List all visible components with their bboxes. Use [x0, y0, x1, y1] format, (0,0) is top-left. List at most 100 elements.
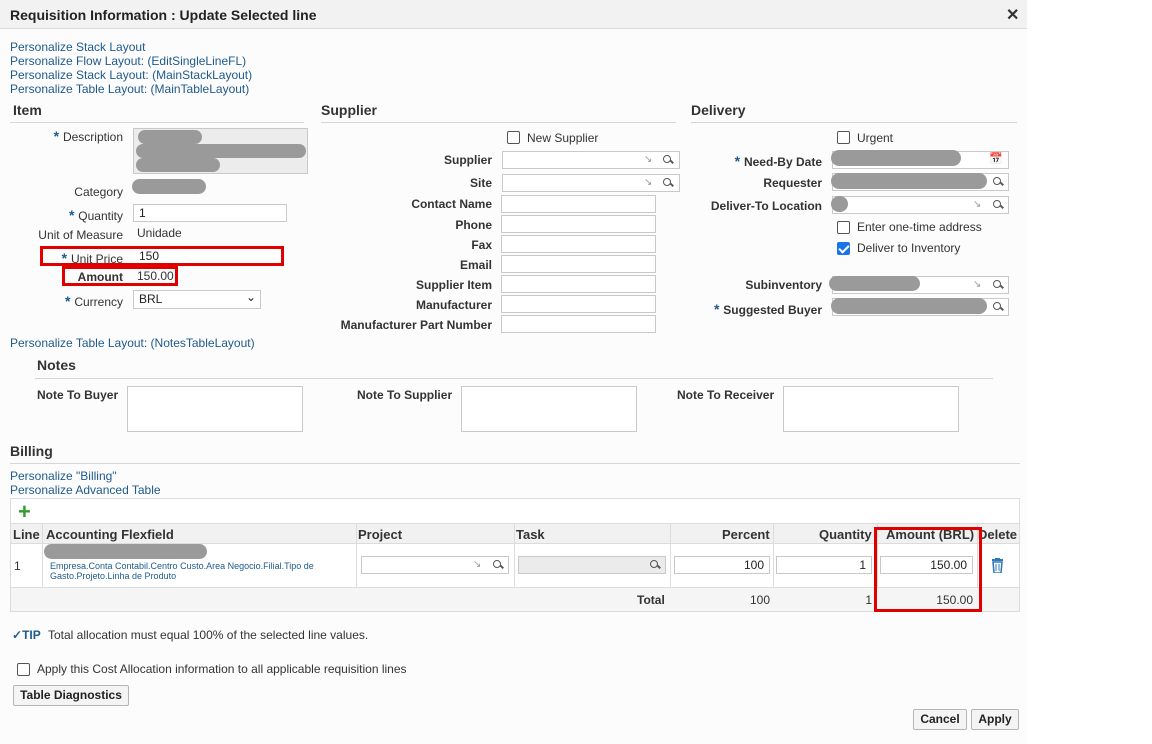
- phone-label: Phone: [455, 218, 492, 232]
- trash-icon[interactable]: [991, 558, 1004, 573]
- redacted-text: [136, 144, 306, 158]
- quantity-label: * Quantity: [68, 207, 123, 223]
- deliver-to-inventory-checkbox[interactable]: [837, 242, 850, 255]
- note-to-receiver-textarea[interactable]: [783, 386, 959, 432]
- task-input[interactable]: [518, 556, 666, 574]
- fax-label: Fax: [471, 238, 492, 252]
- redacted-text: [829, 276, 920, 291]
- dialog-title: Requisition Information : Update Selecte…: [10, 7, 317, 23]
- urgent-checkbox[interactable]: [837, 131, 850, 144]
- project-input[interactable]: ↘: [361, 556, 509, 574]
- required-icon: *: [68, 207, 79, 223]
- urgent-label: Urgent: [857, 131, 894, 145]
- personalize-stack-main-link[interactable]: Personalize Stack Layout: (MainStackLayo…: [10, 68, 252, 82]
- personalize-table-main-link[interactable]: Personalize Table Layout: (MainTableLayo…: [10, 82, 249, 96]
- category-value-redacted: [132, 179, 206, 194]
- search-icon: [993, 200, 1003, 210]
- search-icon: [663, 178, 673, 188]
- search-icon: [650, 560, 660, 570]
- divider: [10, 463, 1020, 464]
- calendar-icon: 📅: [989, 153, 1003, 165]
- personalize-flow-link[interactable]: Personalize Flow Layout: (EditSingleLine…: [10, 54, 246, 68]
- add-icon[interactable]: +: [18, 501, 31, 523]
- redacted-text: [831, 196, 848, 212]
- personalize-stack-link[interactable]: Personalize Stack Layout: [10, 40, 145, 54]
- cancel-button[interactable]: Cancel: [913, 709, 967, 730]
- currency-select[interactable]: BRL ⌄: [133, 290, 261, 309]
- personalize-billing-link[interactable]: Personalize "Billing": [10, 469, 117, 483]
- need-by-label: * Need-By Date: [734, 153, 822, 169]
- column-divider: [514, 523, 515, 587]
- row-line: 1: [14, 559, 21, 573]
- tip-text: Total allocation must equal 100% of the …: [48, 628, 369, 642]
- col-accounting-flexfield: Accounting Flexfield: [46, 527, 174, 542]
- apply-all-checkbox[interactable]: [17, 663, 30, 676]
- note-to-buyer-textarea[interactable]: [127, 386, 303, 432]
- col-task: Task: [516, 527, 545, 542]
- search-icon: [663, 155, 673, 165]
- supplier-item-input[interactable]: [501, 275, 656, 293]
- apply-button[interactable]: Apply: [971, 709, 1019, 730]
- supplier-input[interactable]: ↘: [502, 151, 680, 169]
- required-icon: *: [734, 153, 744, 169]
- accounting-flexfield-link[interactable]: Empresa.Conta Contabil.Centro Custo.Area…: [50, 561, 350, 581]
- required-icon: *: [713, 301, 724, 317]
- lov-arrow-icon: ↘: [973, 199, 982, 210]
- percent-input[interactable]: 100: [674, 556, 770, 574]
- delivery-heading: Delivery: [691, 102, 746, 118]
- manufacturer-part-input[interactable]: [501, 315, 656, 333]
- currency-label: * Currency: [64, 293, 123, 309]
- phone-input[interactable]: [501, 215, 656, 233]
- billing-heading: Billing: [10, 443, 53, 459]
- personalize-advanced-table-link[interactable]: Personalize Advanced Table: [10, 483, 161, 497]
- new-supplier-checkbox[interactable]: [507, 131, 520, 144]
- deliver-to-inventory-label: Deliver to Inventory: [857, 241, 961, 255]
- chevron-down-icon: ⌄: [245, 290, 256, 304]
- item-heading: Item: [13, 102, 42, 118]
- table-diagnostics-button[interactable]: Table Diagnostics: [13, 685, 129, 706]
- total-label: Total: [637, 593, 665, 607]
- personalize-notes-table-link[interactable]: Personalize Table Layout: (NotesTableLay…: [10, 336, 255, 350]
- close-icon[interactable]: ✕: [1006, 5, 1019, 25]
- email-input[interactable]: [501, 255, 656, 273]
- contact-name-input[interactable]: [501, 195, 656, 213]
- col-line: Line: [13, 527, 40, 542]
- note-to-supplier-textarea[interactable]: [461, 386, 637, 432]
- highlight-box: [62, 266, 178, 286]
- redacted-text: [831, 298, 987, 314]
- uom-value: Unidade: [137, 226, 182, 240]
- search-icon: [493, 560, 503, 570]
- total-quantity: 1: [865, 593, 872, 607]
- site-label: Site: [469, 176, 492, 190]
- site-input[interactable]: ↘: [502, 174, 680, 192]
- dialog-titlebar: Requisition Information : Update Selecte…: [0, 0, 1027, 29]
- note-to-supplier-label: Note To Supplier: [357, 388, 453, 402]
- requester-label: Requester: [763, 176, 822, 190]
- deliver-to-input[interactable]: ↘: [832, 196, 1009, 214]
- quantity-input[interactable]: 1: [776, 556, 872, 574]
- uom-label: Unit of Measure: [38, 228, 123, 242]
- divider: [321, 122, 676, 123]
- redacted-text: [831, 150, 961, 166]
- column-divider: [356, 523, 357, 587]
- col-percent: Percent: [722, 527, 770, 542]
- billing-table: + Line Accounting Flexfield Project Task…: [10, 498, 1020, 612]
- manufacturer-input[interactable]: [501, 295, 656, 313]
- supplier-item-label: Supplier Item: [415, 278, 492, 292]
- quantity-input[interactable]: 1: [133, 204, 287, 222]
- one-time-address-checkbox[interactable]: [837, 221, 850, 234]
- lov-arrow-icon: ↘: [473, 559, 482, 570]
- required-icon: *: [64, 293, 75, 309]
- required-icon: *: [53, 128, 63, 144]
- redacted-text: [136, 158, 220, 172]
- check-icon: ✓: [12, 628, 23, 642]
- lov-arrow-icon: ↘: [644, 177, 653, 188]
- fax-input[interactable]: [501, 235, 656, 253]
- divider: [35, 378, 993, 379]
- suggested-buyer-label: * Suggested Buyer: [713, 301, 822, 317]
- contact-name-label: Contact Name: [411, 197, 492, 211]
- update-line-dialog: Requisition Information : Update Selecte…: [0, 0, 1027, 744]
- description-textarea[interactable]: [133, 128, 308, 174]
- supplier-heading: Supplier: [321, 102, 378, 118]
- note-to-buyer-label: Note To Buyer: [37, 388, 119, 402]
